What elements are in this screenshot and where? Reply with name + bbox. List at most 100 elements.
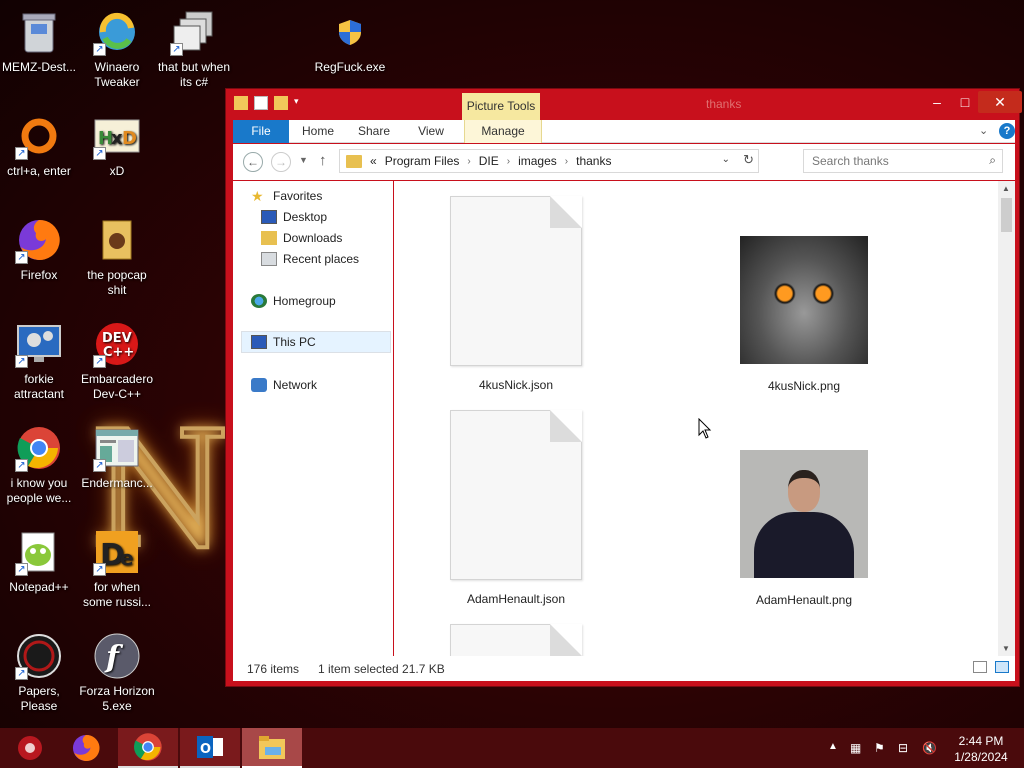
nav-recent-places[interactable]: Recent places — [261, 248, 359, 270]
shortcut-arrow-icon: ↗ — [15, 251, 28, 264]
breadcrumb-program-files[interactable]: Program Files — [385, 154, 460, 168]
maximize-button[interactable]: □ — [952, 91, 978, 113]
desktop-icon-ctrl-a[interactable]: ↗ ctrl+a, enter — [0, 112, 78, 179]
breadcrumb-die[interactable]: DIE — [479, 154, 499, 168]
desktop-icon-papers-please[interactable]: ↗ Papers, Please — [0, 632, 78, 714]
volume-muted-icon[interactable]: 🔇 — [922, 741, 937, 755]
webpage-icon: ↗ — [93, 424, 141, 472]
taskbar-firefox[interactable] — [56, 728, 116, 768]
minimize-button[interactable]: – — [924, 91, 950, 113]
address-dropdown-icon[interactable]: ⌄ — [722, 154, 730, 165]
taskbar: O ▲ ▦ ⚑ ⊟ 🔇 2:44 PM 1/28/2024 — [0, 728, 1024, 768]
scroll-down-icon[interactable]: ▼ — [1002, 644, 1010, 653]
chrome-icon: ↗ — [15, 424, 63, 472]
file-item[interactable] — [416, 624, 616, 656]
nav-this-pc[interactable]: This PC — [241, 331, 391, 353]
action-center-flag-icon[interactable]: ⚑ — [874, 741, 885, 755]
chevron-right-icon[interactable]: › — [507, 156, 510, 167]
file-explorer-window[interactable]: ▾ Picture Tools thanks – □ ✕ File Home S… — [225, 88, 1022, 687]
back-button[interactable]: ← — [243, 152, 263, 172]
file-name: AdamHenault.png — [755, 593, 853, 607]
refresh-button[interactable]: ↻ — [743, 152, 754, 168]
file-item[interactable]: 4kusNick.json — [416, 196, 616, 392]
nav-network[interactable]: Network — [251, 374, 317, 396]
folder-icon — [259, 736, 285, 759]
taskbar-outlook[interactable]: O — [180, 728, 240, 768]
scrollbar-thumb[interactable] — [1001, 198, 1012, 232]
address-bar[interactable]: « Program Files › DIE › images › thanks … — [339, 149, 759, 173]
new-folder-icon[interactable] — [274, 96, 288, 110]
forward-button[interactable]: → — [271, 152, 291, 172]
network-status-icon[interactable]: ⊟ — [898, 741, 908, 755]
nav-label: Desktop — [283, 210, 328, 224]
file-item[interactable]: 4kusNick.png — [704, 196, 904, 393]
file-item[interactable]: AdamHenault.json — [416, 410, 616, 606]
network-tray-icon[interactable]: ▦ — [850, 741, 861, 755]
desktop-icon-winaero[interactable]: ↗ Winaero Tweaker — [78, 8, 156, 90]
search-input[interactable]: Search thanks ⌕ — [803, 149, 1003, 173]
desktop-icon-memz[interactable]: MEMZ-Dest... — [0, 8, 78, 75]
nav-downloads[interactable]: Downloads — [261, 227, 342, 249]
desktop-icon-label: Forza Horizon 5.exe — [79, 684, 155, 713]
start-button[interactable] — [0, 728, 60, 768]
breadcrumb-thanks[interactable]: thanks — [576, 154, 611, 168]
tab-view[interactable]: View — [409, 120, 453, 143]
firefox-icon — [72, 734, 100, 762]
desktop-icon-devcpp[interactable]: DEV C++ ↗ Embarcadero Dev-C++ — [78, 320, 156, 402]
large-icons-view-icon[interactable] — [995, 661, 1009, 673]
file-name: 4kusNick.json — [478, 378, 554, 392]
folder-icon[interactable] — [234, 96, 248, 110]
taskbar-file-explorer[interactable] — [242, 728, 302, 768]
nav-label: Network — [273, 378, 318, 392]
desktop-icon-forkie[interactable]: ↗ forkie attractant — [0, 320, 78, 402]
tab-file[interactable]: File — [233, 120, 289, 143]
scroll-up-icon[interactable]: ▲ — [1002, 184, 1010, 193]
firefox-icon: ↗ — [15, 216, 63, 264]
desktop-icon-firefox[interactable]: ↗ Firefox — [0, 216, 78, 283]
expand-ribbon-icon[interactable]: ⌄ — [979, 124, 988, 137]
desktop-icon-xd[interactable]: HxD ↗ xD — [78, 112, 156, 179]
chevron-right-icon[interactable]: › — [467, 156, 470, 167]
up-button[interactable]: ↑ — [319, 152, 327, 169]
desktop-icon-that-but-when[interactable]: ↗ that but when its c# — [155, 8, 233, 90]
chevron-right-icon[interactable]: › — [565, 156, 568, 167]
tab-home[interactable]: Home — [295, 120, 341, 143]
file-list[interactable]: 4kusNick.json 4kusNick.png AdamHenault.j… — [394, 181, 998, 656]
nav-homegroup[interactable]: Homegroup — [251, 290, 336, 312]
vertical-scrollbar[interactable]: ▲ ▼ — [998, 181, 1015, 656]
taskbar-chrome[interactable] — [118, 728, 178, 768]
navigation-bar: ← → ▼ ↑ « Program Files › DIE › images ›… — [233, 144, 1015, 180]
system-clock[interactable]: 2:44 PM 1/28/2024 — [950, 733, 1012, 765]
title-bar[interactable]: ▾ Picture Tools thanks – □ ✕ — [226, 89, 1022, 120]
nav-label: Homegroup — [273, 294, 336, 308]
properties-icon[interactable] — [254, 96, 268, 110]
desktop-icon-die[interactable]: De ↗ for when some russi... — [78, 528, 156, 610]
nav-desktop[interactable]: Desktop — [261, 206, 327, 228]
desktop-icon-notepadpp[interactable]: ↗ Notepad++ — [0, 528, 78, 595]
tab-manage[interactable]: Manage — [464, 120, 542, 143]
chevron-down-icon[interactable]: ▾ — [294, 96, 308, 110]
breadcrumb-images[interactable]: images — [518, 154, 557, 168]
tab-share[interactable]: Share — [349, 120, 399, 143]
status-bar: 176 items 1 item selected 21.7 KB — [233, 656, 1015, 681]
desktop-icon — [261, 210, 277, 224]
breadcrumb-overflow[interactable]: « — [370, 154, 377, 168]
desktop-icon-endermanch[interactable]: ↗ Endermanc... — [78, 424, 156, 491]
desktop-icon-chrome[interactable]: ↗ i know you people we... — [0, 424, 78, 506]
desktop-icon-label: Embarcadero Dev-C++ — [80, 372, 154, 401]
show-hidden-icons[interactable]: ▲ — [828, 741, 838, 752]
ring-icon: ↗ — [15, 112, 63, 160]
desktop-icon-forza[interactable]: f Forza Horizon 5.exe — [78, 632, 156, 714]
desktop-icon-regfuck[interactable]: RegFuck.exe — [311, 8, 389, 75]
nav-favorites[interactable]: ★ Favorites — [251, 185, 322, 207]
search-icon[interactable]: ⌕ — [989, 153, 996, 168]
details-view-icon[interactable] — [973, 661, 987, 673]
desktop-icon-label: for when some russi... — [82, 580, 151, 609]
close-button[interactable]: ✕ — [978, 91, 1022, 113]
file-item[interactable]: AdamHenault.png — [704, 410, 904, 607]
desktop-icon-popcap[interactable]: the popcap shit — [78, 216, 156, 298]
recent-locations-icon[interactable]: ▼ — [299, 155, 308, 165]
window-title: thanks — [706, 97, 742, 111]
desktop-icon-label: Papers, Please — [18, 684, 60, 713]
help-icon[interactable]: ? — [999, 123, 1015, 139]
